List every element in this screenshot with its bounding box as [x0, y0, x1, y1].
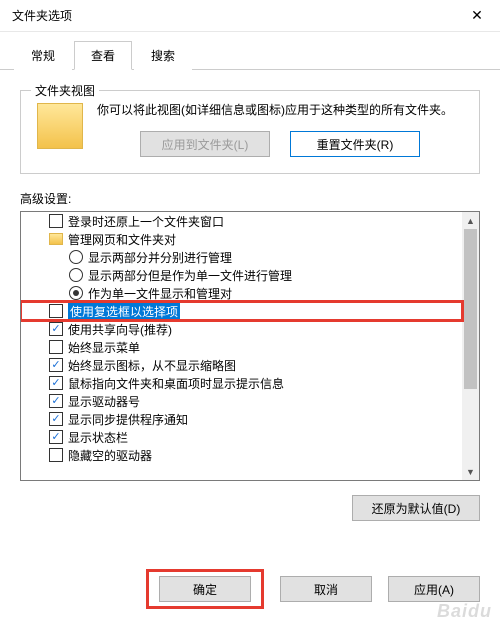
folder-mini-icon: [49, 233, 63, 245]
list-item[interactable]: 隐藏空的驱动器: [21, 446, 462, 464]
checkbox-icon[interactable]: [49, 304, 63, 318]
list-item-label: 管理网页和文件夹对: [68, 231, 176, 248]
close-icon: ✕: [471, 7, 483, 24]
list-item[interactable]: 使用复选框以选择项: [21, 302, 462, 320]
tab-general[interactable]: 常规: [14, 41, 72, 70]
ok-button[interactable]: 确定: [159, 576, 251, 602]
list-item[interactable]: 显示两部分但是作为单一文件进行管理: [21, 266, 462, 284]
list-item-label: 显示状态栏: [68, 429, 128, 446]
checkbox-icon[interactable]: ✓: [49, 412, 63, 426]
checkbox-icon[interactable]: [49, 214, 63, 228]
list-item-label: 使用复选框以选择项: [68, 303, 180, 320]
cancel-button[interactable]: 取消: [280, 576, 372, 602]
advanced-settings-list[interactable]: 登录时还原上一个文件夹窗口管理网页和文件夹对显示两部分并分别进行管理显示两部分但…: [20, 211, 480, 481]
list-item-label: 显示两部分但是作为单一文件进行管理: [88, 267, 292, 284]
list-item[interactable]: 作为单一文件显示和管理对: [21, 284, 462, 302]
list-item[interactable]: ✓ 始终显示图标，从不显示缩略图: [21, 356, 462, 374]
scroll-track[interactable]: [462, 229, 479, 463]
scroll-up-icon[interactable]: ▲: [462, 212, 479, 229]
list-item-label: 始终显示图标，从不显示缩略图: [68, 357, 236, 374]
title-bar: 文件夹选项 ✕: [0, 0, 500, 32]
radio-icon[interactable]: [69, 268, 83, 282]
folder-views-group: 文件夹视图 你可以将此视图(如详细信息或图标)应用于这种类型的所有文件夹。 应用…: [20, 90, 480, 174]
list-item[interactable]: ✓ 显示驱动器号: [21, 392, 462, 410]
ok-highlight: 确定: [146, 569, 264, 609]
list-item[interactable]: ✓ 使用共享向导(推荐): [21, 320, 462, 338]
tab-search[interactable]: 搜索: [134, 41, 192, 70]
checkbox-icon[interactable]: ✓: [49, 430, 63, 444]
list-item[interactable]: 管理网页和文件夹对: [21, 230, 462, 248]
list-item-label: 登录时还原上一个文件夹窗口: [68, 213, 224, 230]
checkbox-icon[interactable]: ✓: [49, 322, 63, 336]
list-item-label: 鼠标指向文件夹和桌面项时显示提示信息: [68, 375, 284, 392]
list-item-label: 始终显示菜单: [68, 339, 140, 356]
checkbox-icon[interactable]: [49, 448, 63, 462]
radio-icon[interactable]: [69, 250, 83, 264]
checkbox-icon[interactable]: [49, 340, 63, 354]
list-item[interactable]: ✓ 显示状态栏: [21, 428, 462, 446]
folder-icon: [37, 103, 83, 149]
restore-defaults-button[interactable]: 还原为默认值(D): [352, 495, 480, 521]
list-item-label: 显示两部分并分别进行管理: [88, 249, 232, 266]
close-button[interactable]: ✕: [454, 0, 500, 32]
scroll-thumb[interactable]: [464, 229, 477, 389]
checkbox-icon[interactable]: ✓: [49, 358, 63, 372]
list-item-label: 显示同步提供程序通知: [68, 411, 188, 428]
checkbox-icon[interactable]: ✓: [49, 394, 63, 408]
advanced-label: 高级设置:: [20, 190, 480, 207]
checkbox-icon[interactable]: ✓: [49, 376, 63, 390]
list-item[interactable]: ✓ 鼠标指向文件夹和桌面项时显示提示信息: [21, 374, 462, 392]
folder-views-desc: 你可以将此视图(如详细信息或图标)应用于这种类型的所有文件夹。: [97, 101, 463, 119]
window-title: 文件夹选项: [12, 7, 454, 24]
scroll-down-icon[interactable]: ▼: [462, 463, 479, 480]
list-item[interactable]: 登录时还原上一个文件夹窗口: [21, 212, 462, 230]
list-item-label: 作为单一文件显示和管理对: [88, 285, 232, 302]
list-item-label: 显示驱动器号: [68, 393, 140, 410]
group-title: 文件夹视图: [31, 82, 99, 99]
tab-content: 文件夹视图 你可以将此视图(如详细信息或图标)应用于这种类型的所有文件夹。 应用…: [0, 70, 500, 521]
tab-strip: 常规 查看 搜索: [0, 32, 500, 70]
scrollbar[interactable]: ▲ ▼: [462, 212, 479, 480]
tab-view[interactable]: 查看: [74, 41, 132, 70]
radio-icon[interactable]: [69, 286, 83, 300]
list-item-label: 隐藏空的驱动器: [68, 447, 152, 464]
list-item[interactable]: 显示两部分并分别进行管理: [21, 248, 462, 266]
apply-to-folders-button[interactable]: 应用到文件夹(L): [140, 131, 270, 157]
list-item[interactable]: ✓ 显示同步提供程序通知: [21, 410, 462, 428]
list-item[interactable]: 始终显示菜单: [21, 338, 462, 356]
dialog-buttons: 确定 取消 应用(A): [0, 568, 500, 626]
apply-button[interactable]: 应用(A): [388, 576, 480, 602]
reset-folders-button[interactable]: 重置文件夹(R): [290, 131, 420, 157]
list-item-label: 使用共享向导(推荐): [68, 321, 172, 338]
